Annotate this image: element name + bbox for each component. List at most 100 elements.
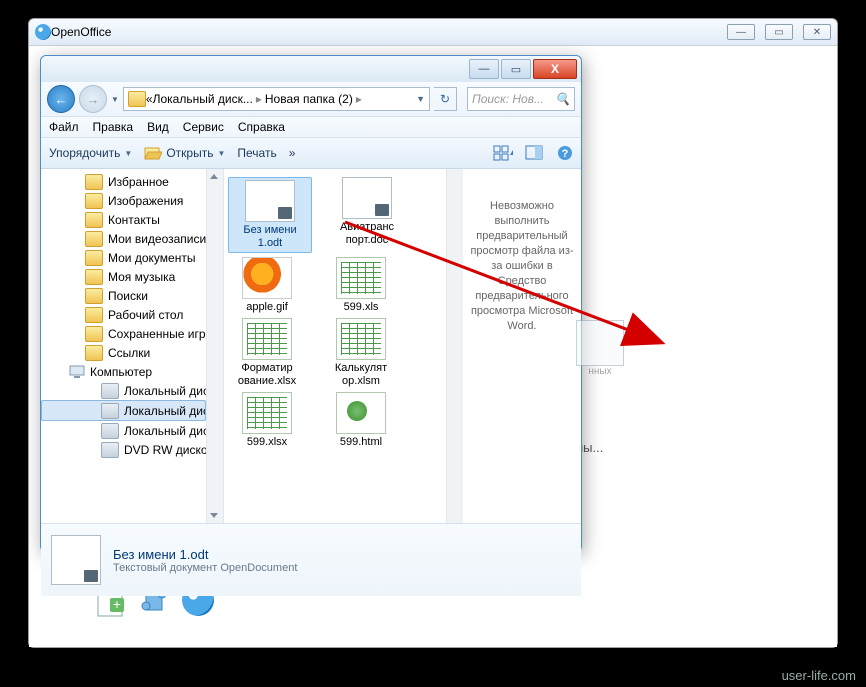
file-label: Авиатранс порт.doc	[328, 221, 406, 247]
folder-icon	[85, 326, 103, 342]
file-item[interactable]: Форматир ование.xlsx	[228, 318, 306, 388]
drag-ghost: нных	[570, 320, 630, 388]
explorer-navbar: ← → ▼ « Локальный диск... ▸ Новая папка …	[41, 82, 581, 116]
menu-file[interactable]: Файл	[49, 120, 79, 134]
menu-edit[interactable]: Правка	[93, 120, 134, 134]
toolbar-open[interactable]: Открыть▼	[144, 145, 225, 161]
openoffice-title: OpenOffice	[51, 25, 111, 39]
folder-icon	[85, 193, 103, 209]
file-item[interactable]: Калькулят ор.xlsm	[322, 318, 400, 388]
details-file-icon	[51, 535, 101, 585]
drive-icon	[101, 442, 119, 458]
openoffice-logo-icon	[35, 24, 51, 40]
address-bar[interactable]: « Локальный диск... ▸ Новая папка (2) ▸ …	[123, 87, 430, 111]
details-pane: Без имени 1.odt Текстовый документ OpenD…	[41, 523, 581, 596]
bg-close-button[interactable]: ✕	[803, 24, 831, 40]
xls-file-icon	[242, 318, 292, 360]
search-placeholder: Поиск: Нов...	[472, 92, 544, 106]
svg-text:?: ?	[562, 148, 569, 160]
xls-file-icon	[242, 392, 292, 434]
breadcrumb-disk[interactable]: Локальный диск...	[153, 92, 253, 106]
file-label: Без имени 1.odt	[231, 224, 309, 250]
file-label: apple.gif	[246, 301, 288, 314]
watermark: user-life.com	[782, 668, 856, 683]
details-file-type: Текстовый документ OpenDocument	[113, 562, 297, 574]
toolbar-print[interactable]: Печать	[237, 146, 276, 160]
bg-minimize-button[interactable]: —	[727, 24, 755, 40]
drive-icon	[101, 403, 119, 419]
breadcrumb-pre: «	[146, 92, 153, 106]
file-item[interactable]: 599.xlsx	[228, 392, 306, 449]
toolbar-organize[interactable]: Упорядочить▼	[49, 146, 132, 160]
search-icon: 🔍	[555, 92, 570, 106]
tree-drive[interactable]: Локальный диск (D:)	[41, 400, 206, 421]
nav-back-button[interactable]: ←	[47, 85, 75, 113]
preview-pane-button[interactable]	[525, 145, 545, 161]
doc-file-icon	[342, 177, 392, 219]
explorer-window: — ▭ X ← → ▼ « Локальный диск... ▸ Новая …	[40, 55, 582, 552]
file-label: 599.xlsx	[247, 436, 287, 449]
explorer-close-button[interactable]: X	[533, 59, 577, 79]
doc-file-icon	[245, 180, 295, 222]
svg-text:+: +	[113, 596, 121, 612]
explorer-maximize-button[interactable]: ▭	[501, 59, 531, 79]
tree-item[interactable]: Моя музыка	[41, 267, 223, 286]
file-label: 599.xls	[344, 301, 379, 314]
tree-item[interactable]: Мои документы	[41, 248, 223, 267]
files-scrollbar[interactable]	[446, 169, 463, 523]
drive-icon	[101, 423, 119, 439]
html-file-icon	[336, 392, 386, 434]
tree-item[interactable]: Ссылки	[41, 343, 223, 362]
tree-drive[interactable]: Локальный диск (E:)	[41, 421, 223, 440]
file-item[interactable]: Без имени 1.odt	[228, 177, 312, 253]
file-item[interactable]: apple.gif	[228, 257, 306, 314]
folder-icon	[85, 288, 103, 304]
tree-item[interactable]: Мои видеозаписи	[41, 229, 223, 248]
file-list[interactable]: Без имени 1.odt Авиатранс порт.doc apple.g…	[224, 169, 463, 523]
file-item[interactable]: 599.xls	[322, 257, 400, 314]
bg-maximize-button[interactable]: ▭	[765, 24, 793, 40]
nav-tree: ИзбранноеИзображенияКонтактыМои видеозап…	[41, 169, 224, 523]
computer-icon	[69, 365, 85, 379]
tree-scrollbar[interactable]	[206, 169, 223, 523]
toolbar-more[interactable]: »	[289, 146, 296, 160]
nav-history-dropdown[interactable]: ▼	[111, 95, 119, 104]
tree-computer[interactable]: Компьютер	[41, 362, 223, 381]
openoffice-titlebar: OpenOffice — ▭ ✕	[29, 19, 837, 46]
drive-icon	[101, 383, 119, 399]
xls-file-icon	[336, 257, 386, 299]
tree-item[interactable]: Сохраненные игры	[41, 324, 223, 343]
view-mode-button[interactable]	[493, 145, 513, 161]
file-item[interactable]: 599.html	[322, 392, 400, 449]
tree-item[interactable]: Поиски	[41, 286, 223, 305]
menu-help[interactable]: Справка	[238, 120, 285, 134]
drag-ghost-icon	[576, 320, 624, 366]
gif-file-icon	[242, 257, 292, 299]
tree-item[interactable]: Рабочий стол	[41, 305, 223, 324]
xls-file-icon	[336, 318, 386, 360]
explorer-titlebar[interactable]: — ▭ X	[41, 56, 581, 82]
tree-item[interactable]: Контакты	[41, 210, 223, 229]
nav-forward-button[interactable]: →	[79, 85, 107, 113]
file-item[interactable]: Авиатранс порт.doc	[328, 177, 406, 253]
tree-drive[interactable]: Локальный диск (C:)	[41, 381, 223, 400]
breadcrumb-sep-icon[interactable]: ▸	[253, 92, 265, 106]
search-input[interactable]: Поиск: Нов... 🔍	[467, 87, 575, 111]
tree-item[interactable]: Избранное	[41, 172, 223, 191]
menu-service[interactable]: Сервис	[183, 120, 224, 134]
explorer-minimize-button[interactable]: —	[469, 59, 499, 79]
open-icon	[144, 145, 162, 161]
explorer-menubar: Файл Правка Вид Сервис Справка	[41, 116, 581, 138]
file-label: Форматир ование.xlsx	[228, 362, 306, 388]
help-button[interactable]: ?	[557, 145, 573, 161]
address-dropdown-icon[interactable]: ▼	[416, 94, 425, 104]
breadcrumb-folder[interactable]: Новая папка (2)	[265, 92, 353, 106]
folder-icon	[85, 269, 103, 285]
folder-icon	[85, 307, 103, 323]
folder-icon	[85, 231, 103, 247]
tree-drive[interactable]: DVD RW дисковод (F:	[41, 440, 223, 459]
refresh-button[interactable]: ↻	[434, 87, 457, 111]
menu-view[interactable]: Вид	[147, 120, 169, 134]
tree-item[interactable]: Изображения	[41, 191, 223, 210]
breadcrumb-sep-icon[interactable]: ▸	[353, 92, 365, 106]
